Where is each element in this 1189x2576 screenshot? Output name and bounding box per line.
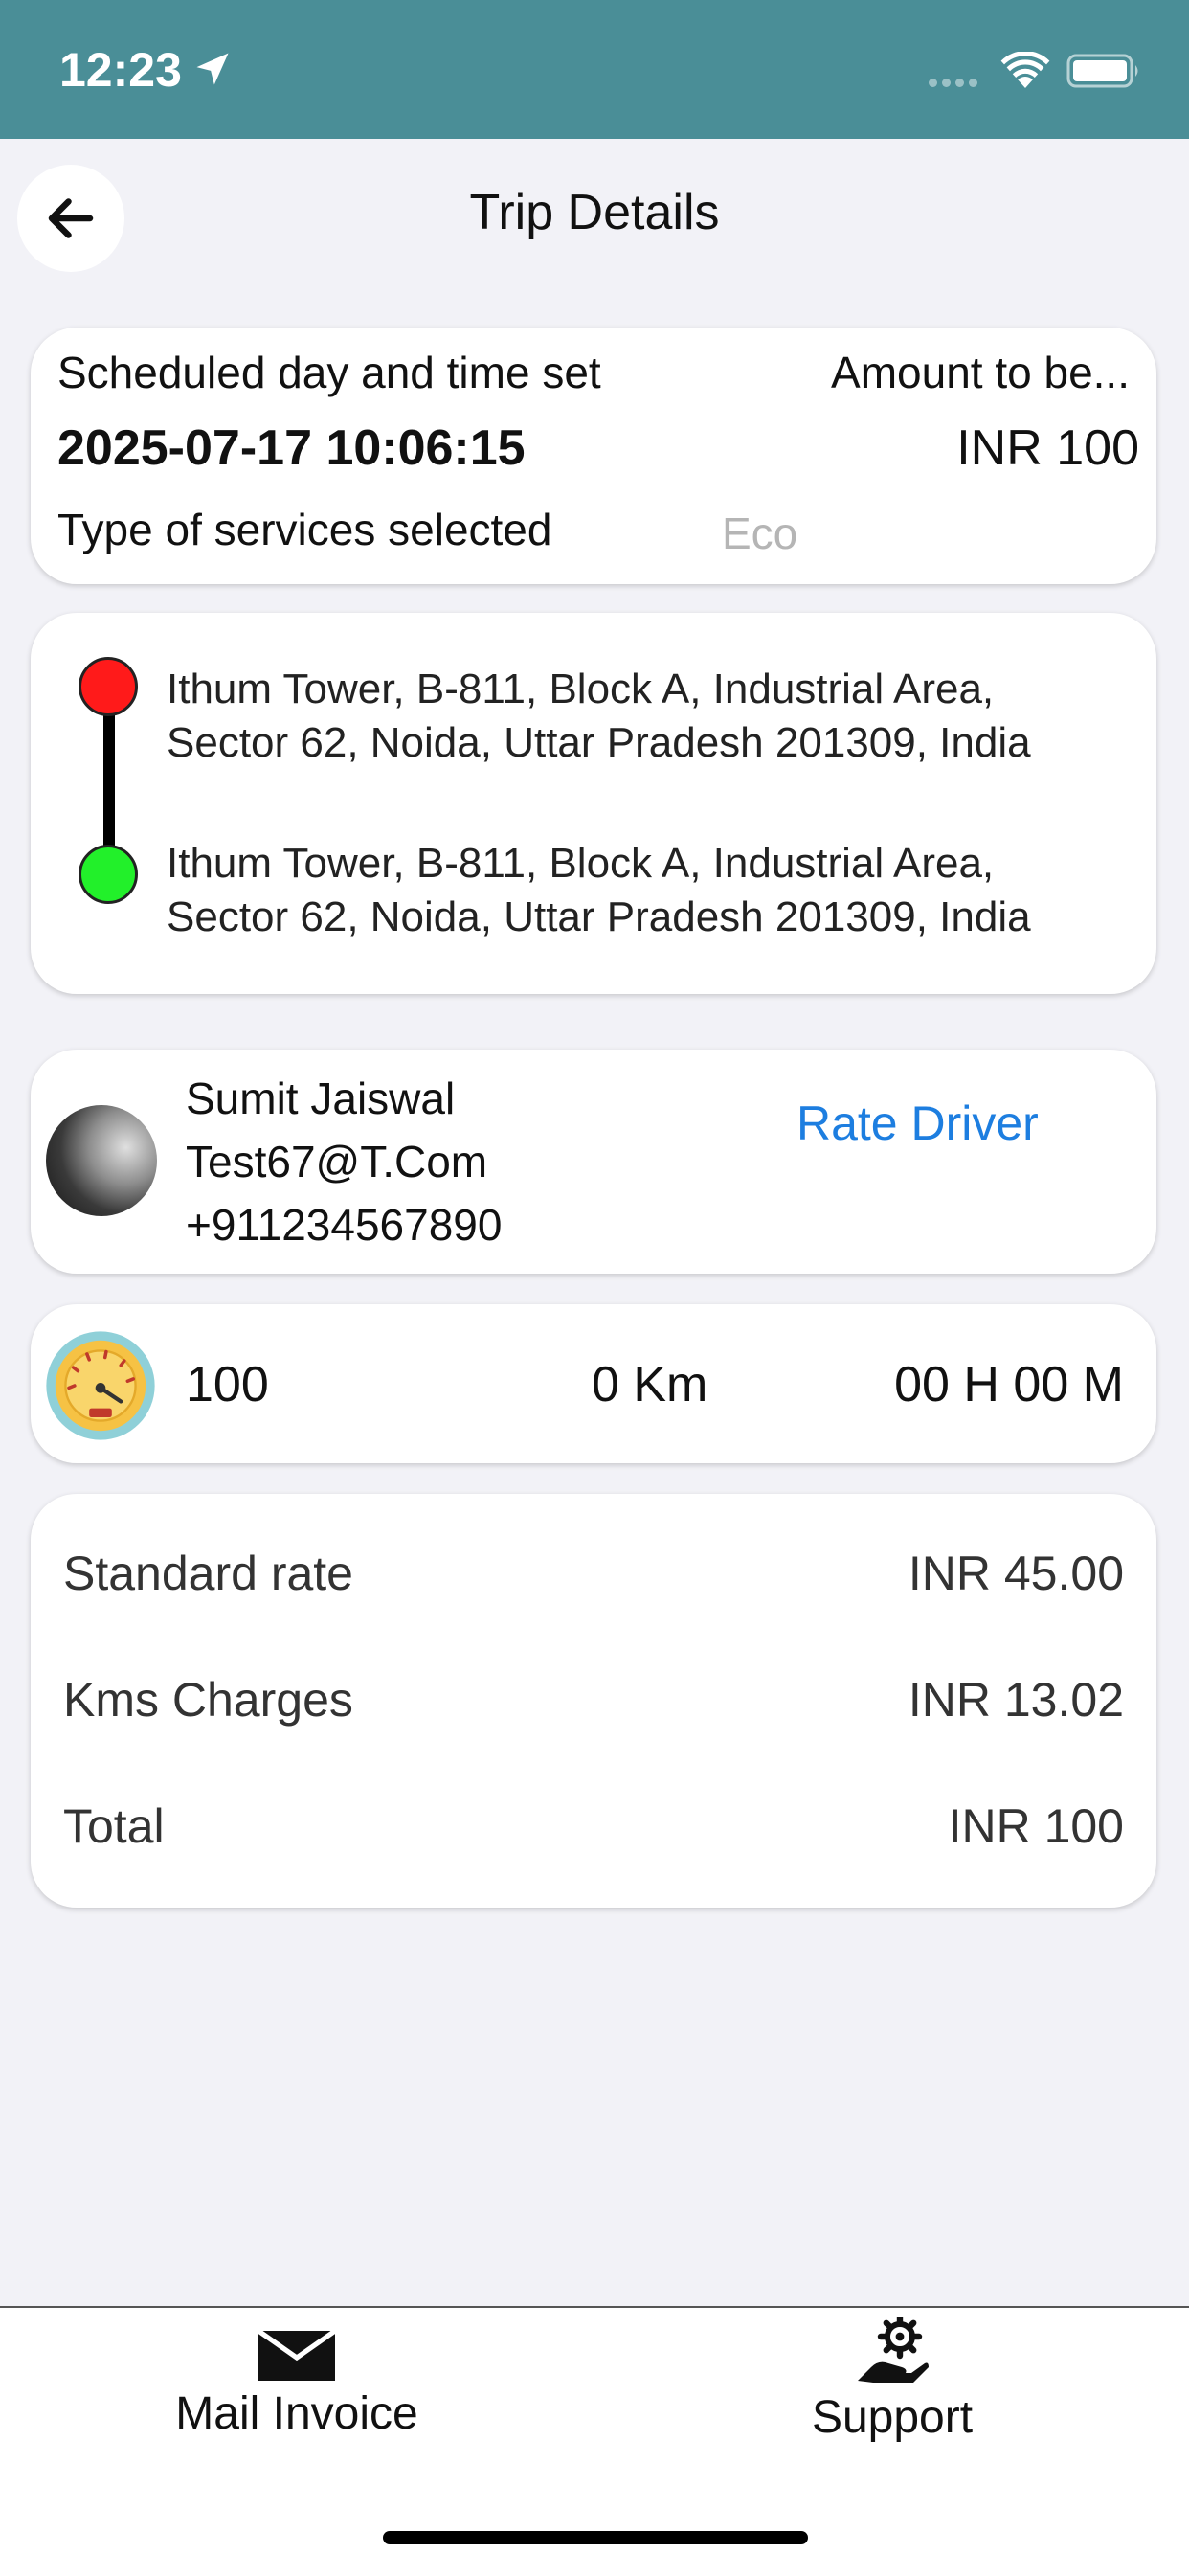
mail-invoice-label: Mail Invoice bbox=[175, 2388, 418, 2439]
fare-row-value: INR 45.00 bbox=[908, 1547, 1124, 1600]
support-icon bbox=[858, 2314, 929, 2383]
dropoff-marker-icon bbox=[79, 845, 138, 904]
fare-row-label: Standard rate bbox=[63, 1547, 353, 1600]
schedule-label: Scheduled day and time set bbox=[57, 348, 601, 397]
schedule-card: Scheduled day and time set Amount to be.… bbox=[31, 328, 1156, 584]
pickup-marker-icon bbox=[79, 657, 138, 716]
mail-icon bbox=[257, 2328, 337, 2381]
page-title: Trip Details bbox=[469, 185, 720, 240]
amount-label: Amount to be... bbox=[831, 348, 1130, 397]
driver-avatar bbox=[46, 1105, 157, 1216]
amount-value: INR 100 bbox=[956, 420, 1139, 476]
mail-invoice-button[interactable]: Mail Invoice bbox=[144, 2328, 450, 2440]
battery-icon bbox=[1066, 54, 1138, 88]
status-bar: 12:23 bbox=[0, 0, 1189, 139]
fare-breakdown-card: Standard rate INR 45.00 Kms Charges INR … bbox=[31, 1494, 1156, 1908]
wifi-icon bbox=[1000, 52, 1050, 88]
service-value: Eco bbox=[722, 508, 798, 558]
driver-name: Sumit Jaiswal bbox=[186, 1073, 456, 1123]
driver-email: Test67@T.Com bbox=[186, 1137, 488, 1186]
driver-card: Sumit Jaiswal Test67@T.Com +911234567890… bbox=[31, 1050, 1156, 1274]
location-arrow-icon bbox=[196, 53, 229, 85]
schedule-datetime: 2025-07-17 10:06:15 bbox=[57, 420, 526, 476]
speedometer-icon bbox=[46, 1331, 155, 1440]
fare-row-value: INR 100 bbox=[948, 1799, 1124, 1853]
fare-row-label: Total bbox=[63, 1799, 165, 1853]
support-button[interactable]: Support bbox=[739, 2314, 1045, 2444]
trip-fare: 100 bbox=[186, 1357, 269, 1412]
pickup-address: Ithum Tower, B-811, Block A, Industrial … bbox=[167, 666, 1031, 766]
rate-driver-button[interactable]: Rate Driver bbox=[796, 1096, 1039, 1151]
route-card: Ithum Tower, B-811, Block A, Industrial … bbox=[31, 613, 1156, 994]
signal-dots-icon bbox=[929, 75, 982, 92]
support-label: Support bbox=[811, 2392, 974, 2443]
route-line bbox=[103, 712, 115, 850]
driver-phone: +911234567890 bbox=[186, 1200, 503, 1250]
service-label: Type of services selected bbox=[57, 505, 552, 554]
trip-distance: 0 Km bbox=[592, 1357, 708, 1412]
status-time: 12:23 bbox=[59, 43, 182, 97]
trip-stats-card: 100 0 Km 00 H 00 M bbox=[31, 1304, 1156, 1463]
dropoff-address: Ithum Tower, B-811, Block A, Industrial … bbox=[167, 840, 1031, 940]
trip-duration: 00 H 00 M bbox=[894, 1357, 1124, 1412]
home-indicator bbox=[383, 2531, 808, 2544]
fare-row-label: Kms Charges bbox=[63, 1673, 353, 1727]
fare-row-value: INR 13.02 bbox=[908, 1673, 1124, 1727]
